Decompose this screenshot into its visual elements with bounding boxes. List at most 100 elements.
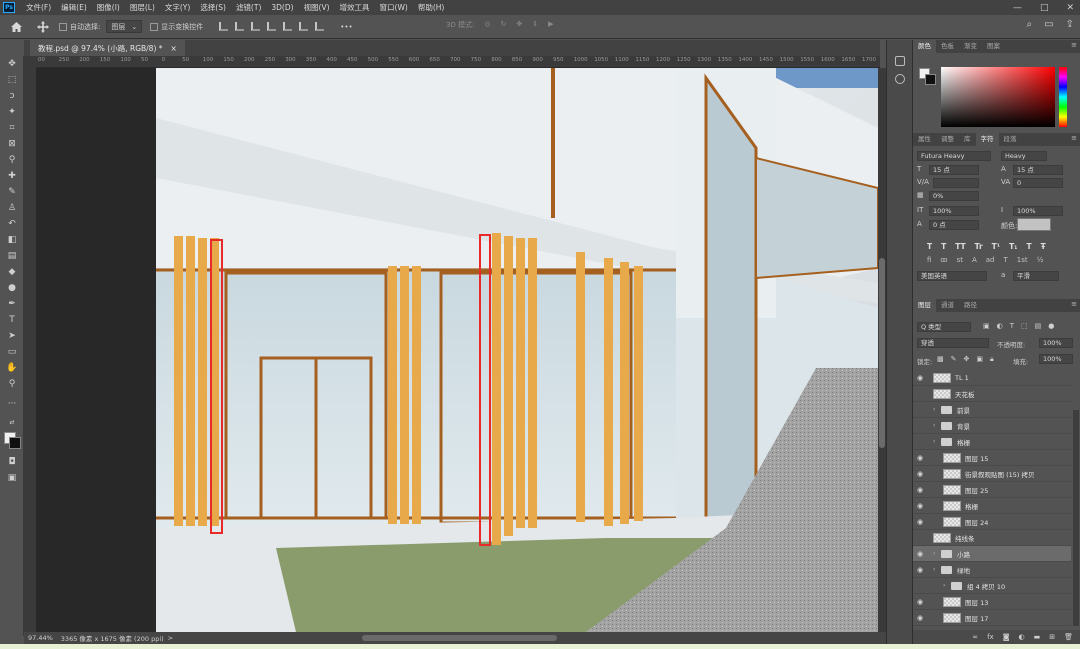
menu-help[interactable]: 帮助(H) <box>413 2 450 13</box>
align-left-icon[interactable] <box>219 22 229 31</box>
screen-mode-icon[interactable]: ▣ <box>5 472 19 485</box>
chevron-right-icon[interactable]: › <box>943 582 951 589</box>
lasso-tool[interactable]: ↄ <box>5 90 19 103</box>
move-tool[interactable]: ✥ <box>5 58 19 71</box>
lock-paint-icon[interactable]: ✎ <box>951 355 957 364</box>
move-tool-icon[interactable] <box>37 20 49 33</box>
background-color-swatch[interactable] <box>9 437 21 449</box>
horizontal-scrollbar[interactable] <box>362 635 557 641</box>
layer-row[interactable]: ◉ 图层 13 <box>913 594 1071 610</box>
titling-button[interactable]: T <box>1004 256 1008 264</box>
path-select-tool[interactable]: ➤ <box>5 330 19 343</box>
layer-row[interactable]: › 格栅 <box>913 434 1071 450</box>
small-caps-button[interactable]: Tr <box>975 242 983 251</box>
visibility-eye-icon[interactable]: ◉ <box>913 550 927 558</box>
chevron-right-icon[interactable]: › <box>933 438 941 445</box>
menu-layer[interactable]: 图层(L) <box>125 2 160 13</box>
ordinals-button[interactable]: 1st <box>1017 256 1028 264</box>
layer-row[interactable]: ◉ 格栅 <box>913 498 1071 514</box>
document-canvas[interactable] <box>156 68 878 632</box>
trash-icon[interactable]: 🗑︎ <box>1064 633 1073 641</box>
orbit-3d-icon[interactable]: ◎ <box>484 20 490 30</box>
fill-field[interactable]: 100% <box>1039 354 1073 364</box>
layer-row[interactable]: 天花板 <box>913 386 1071 402</box>
menu-image[interactable]: 图像(I) <box>92 2 125 13</box>
more-tools-icon[interactable]: ··· <box>5 398 19 411</box>
crop-tool[interactable]: ⌗ <box>5 122 19 135</box>
document-tab[interactable]: 教程.psd @ 97.4% (小路, RGB/8) * × <box>30 40 185 56</box>
vertical-scrollbar[interactable] <box>878 68 886 632</box>
tab-paragraph[interactable]: 段落 <box>999 133 1022 146</box>
visibility-eye-icon[interactable]: ◉ <box>913 454 927 462</box>
minimize-button[interactable]: — <box>1013 3 1022 13</box>
eyedropper-tool[interactable]: ⚲ <box>5 154 19 167</box>
align-right-icon[interactable] <box>251 22 261 31</box>
fx-icon[interactable]: fx <box>987 633 994 641</box>
distribute-icon[interactable] <box>315 22 325 31</box>
new-layer-icon[interactable]: ⊞ <box>1049 633 1055 641</box>
tsume-field[interactable]: 0% <box>929 191 979 201</box>
eraser-tool[interactable]: ◧ <box>5 234 19 247</box>
layer-row[interactable]: ◉ › 小路 <box>913 546 1071 562</box>
history-icon[interactable] <box>895 56 905 66</box>
shape-tool[interactable]: ▭ <box>5 346 19 359</box>
filter-adjust-icon[interactable]: ◐ <box>997 322 1003 330</box>
menu-view[interactable]: 视图(V) <box>299 2 335 13</box>
color-spectrum[interactable] <box>941 67 1055 127</box>
tab-swatches[interactable]: 色板 <box>936 40 959 53</box>
stamp-tool[interactable]: ♙ <box>5 202 19 215</box>
chevron-right-icon[interactable]: › <box>933 406 941 413</box>
strikethrough-button[interactable]: Ŧ <box>1041 242 1046 251</box>
auto-select-checkbox[interactable] <box>59 22 67 31</box>
comments-icon[interactable] <box>895 74 905 84</box>
horizontal-scale-field[interactable]: 100% <box>1013 206 1063 216</box>
zoom-level[interactable]: 97.44% <box>28 634 53 642</box>
text-color-swatch[interactable] <box>1017 218 1051 231</box>
vertical-scroll-thumb[interactable] <box>879 258 885 448</box>
visibility-eye-icon[interactable]: ◉ <box>913 486 927 494</box>
panel-menu-icon[interactable]: ≡ <box>1071 41 1077 49</box>
lock-all-icon[interactable]: 🔒︎ <box>990 355 994 364</box>
layer-row[interactable]: ◉ 图层 25 <box>913 482 1071 498</box>
menu-window[interactable]: 窗口(W) <box>375 2 413 13</box>
layer-row[interactable]: ◉ › 绿地 <box>913 562 1071 578</box>
tab-color[interactable]: 颜色 <box>913 40 936 53</box>
layer-filter-select[interactable]: Q 类型 <box>917 322 971 332</box>
blend-mode-select[interactable]: 穿透 <box>917 338 989 348</box>
faux-bold-button[interactable]: T <box>927 242 932 251</box>
layer-row[interactable]: ◉ 图层 24 <box>913 514 1071 530</box>
tab-properties[interactable]: 属性 <box>913 133 936 146</box>
close-window-button[interactable]: ✕ <box>1066 3 1074 13</box>
filter-smart-icon[interactable]: ▤ <box>1035 322 1042 330</box>
layer-row[interactable]: 纯线条 <box>913 530 1071 546</box>
visibility-eye-icon[interactable]: ◉ <box>913 470 927 478</box>
menu-select[interactable]: 选择(S) <box>195 2 231 13</box>
faux-italic-button[interactable]: T <box>941 242 946 251</box>
layer-row[interactable]: › 背景 <box>913 418 1071 434</box>
layer-row[interactable]: ◉ 图层 17 <box>913 610 1071 626</box>
show-transform-checkbox[interactable] <box>150 22 159 31</box>
mask-icon[interactable]: ◙ <box>1003 633 1010 641</box>
visibility-eye-icon[interactable]: ◉ <box>913 598 927 606</box>
menu-type[interactable]: 文字(Y) <box>160 2 195 13</box>
menu-edit[interactable]: 编辑(E) <box>56 2 92 13</box>
drag-3d-icon[interactable]: ✥ <box>516 20 522 30</box>
adjustment-icon[interactable]: ◐ <box>1019 633 1025 641</box>
vertical-scale-field[interactable]: 100% <box>929 206 979 216</box>
underline-button[interactable]: T <box>1026 242 1031 251</box>
visibility-eye-icon[interactable]: ◉ <box>913 502 927 510</box>
workspace-icon[interactable]: ▭ <box>1044 19 1053 30</box>
frame-tool[interactable]: ⊠ <box>5 138 19 151</box>
font-size-field[interactable]: 15 点 <box>929 165 979 175</box>
layer-row[interactable]: ◉ 街景叙观贴图 (15) 拷贝 <box>913 466 1071 482</box>
color-bg-swatch[interactable] <box>925 74 936 85</box>
status-expand-icon[interactable]: > <box>168 634 173 642</box>
brush-tool[interactable]: ✎ <box>5 186 19 199</box>
menu-filter[interactable]: 滤镜(T) <box>231 2 266 13</box>
opacity-field[interactable]: 100% <box>1039 338 1073 348</box>
font-style-select[interactable]: Heavy <box>1001 151 1047 161</box>
superscript-button[interactable]: T¹ <box>992 242 1000 251</box>
align-bottom-icon[interactable] <box>299 22 309 31</box>
zoom-tool[interactable]: ⚲ <box>5 378 19 391</box>
roll-3d-icon[interactable]: ↻ <box>501 20 507 30</box>
